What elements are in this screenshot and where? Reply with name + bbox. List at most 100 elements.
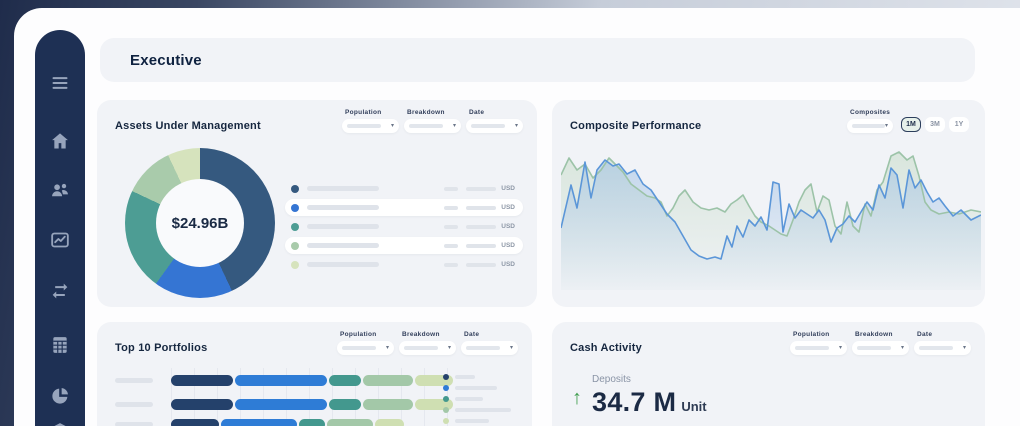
row-label-placeholder	[115, 422, 153, 426]
aum-donut-chart[interactable]: $24.96B	[125, 148, 275, 298]
portfolio-bar-row[interactable]	[115, 375, 455, 386]
bar-segment	[171, 399, 233, 410]
population-filter: Population▾	[790, 331, 847, 355]
bar-segment	[299, 419, 325, 426]
row-label-placeholder	[115, 402, 153, 407]
up-arrow-icon: ↑	[572, 388, 582, 408]
value-placeholder	[466, 225, 496, 229]
dropdown-placeholder	[852, 124, 885, 128]
sidebar-item-home[interactable]	[43, 126, 77, 156]
legend-dot	[291, 223, 299, 231]
composite-controls: Composites▾ 1M 3M 1Y	[847, 109, 969, 133]
portfolios-legend-item	[443, 393, 511, 404]
sidebar-item-clients[interactable]	[43, 175, 77, 205]
dropdown-placeholder	[409, 124, 443, 128]
sidebar-item-calculator[interactable]	[43, 330, 77, 360]
sidebar-item-performance[interactable]	[43, 225, 77, 255]
legend-text-placeholder	[307, 224, 379, 229]
aum-legend-row[interactable]: USD	[285, 180, 523, 197]
bar-segment	[235, 375, 327, 386]
aum-legend: USD USD USD USD USD	[285, 180, 523, 275]
deposits-value: 34.7 M	[592, 387, 676, 418]
portfolio-bar-row[interactable]	[115, 399, 455, 410]
currency-label: USD	[501, 185, 515, 192]
currency-label: USD	[501, 204, 515, 211]
value-placeholder	[466, 244, 496, 248]
page-header: Executive	[100, 38, 975, 82]
clients-icon	[50, 180, 70, 200]
legend-dot	[443, 396, 449, 402]
bar-segment	[221, 419, 297, 426]
range-button-3m[interactable]: 3M	[925, 117, 945, 132]
row-label-placeholder	[115, 378, 153, 383]
aum-legend-row[interactable]: USD	[285, 256, 523, 273]
aum-card: Assets Under Management Population▾Break…	[97, 100, 537, 307]
aum-card-title: Assets Under Management	[115, 120, 261, 132]
bar-segment	[329, 375, 361, 386]
chevron-down-icon: ▾	[885, 123, 888, 129]
range-button-1m[interactable]: 1M	[901, 117, 921, 132]
aum-legend-row[interactable]: USD	[285, 237, 523, 254]
population-dropdown[interactable]: ▾	[342, 119, 399, 133]
bar-segment	[363, 399, 413, 410]
date-dropdown[interactable]: ▾	[914, 341, 971, 355]
legend-dot	[443, 407, 449, 413]
holdings-icon	[50, 421, 70, 426]
filter-label: Breakdown	[855, 331, 909, 338]
donut-hole: $24.96B	[156, 179, 244, 267]
allocation-icon	[50, 386, 70, 406]
deposits-metric: ↑ Deposits 34.7 M Unit	[572, 374, 707, 418]
menu-icon	[50, 73, 70, 93]
donut-center-value: $24.96B	[172, 215, 229, 232]
range-button-bar: 1M 3M 1Y	[901, 117, 969, 132]
cash-card-title: Cash Activity	[570, 342, 642, 354]
dropdown-placeholder	[347, 124, 381, 128]
currency-label: USD	[501, 242, 515, 249]
range-button-1y[interactable]: 1Y	[949, 117, 969, 132]
sidebar-item-transactions[interactable]	[43, 276, 77, 306]
legend-text-placeholder	[307, 205, 379, 210]
portfolio-bar-row[interactable]	[115, 419, 406, 426]
sidebar-item-menu[interactable]	[43, 68, 77, 98]
legend-text-placeholder	[307, 262, 379, 267]
legend-text-placeholder	[307, 186, 379, 191]
bar-segment	[363, 375, 413, 386]
legend-text-placeholder	[307, 243, 379, 248]
legend-dot	[291, 204, 299, 212]
composites-dropdown[interactable]: ▾	[847, 119, 893, 133]
filter-label: Date	[469, 109, 523, 116]
chevron-down-icon: ▾	[515, 123, 518, 129]
aum-legend-row[interactable]: USD	[285, 199, 523, 216]
chevron-down-icon: ▾	[391, 123, 394, 129]
portfolios-legend-item	[443, 415, 511, 426]
cash-filters: Population▾Breakdown▾Date▾	[790, 331, 971, 355]
sidebar-item-allocation[interactable]	[43, 381, 77, 411]
value-placeholder	[444, 244, 458, 248]
legend-text-placeholder	[455, 419, 489, 423]
dropdown-placeholder	[471, 124, 505, 128]
currency-label: USD	[501, 223, 515, 230]
aum-filters: Population▾Breakdown▾Date▾	[342, 109, 523, 133]
aum-legend-row[interactable]: USD	[285, 218, 523, 235]
portfolios-legend-item	[443, 404, 511, 415]
breakdown-dropdown[interactable]: ▾	[852, 341, 909, 355]
composite-chart[interactable]	[561, 140, 981, 290]
filter-label: Population	[345, 109, 399, 116]
chevron-down-icon: ▾	[453, 123, 456, 129]
sidebar-item-holdings[interactable]	[43, 416, 77, 426]
deposits-unit: Unit	[681, 399, 706, 414]
currency-label: USD	[501, 261, 515, 268]
value-placeholder	[466, 263, 496, 267]
value-placeholder	[444, 263, 458, 267]
composites-filter: Composites▾	[847, 109, 893, 133]
population-dropdown[interactable]: ▾	[790, 341, 847, 355]
breakdown-dropdown[interactable]: ▾	[404, 119, 461, 133]
date-dropdown[interactable]: ▾	[466, 119, 523, 133]
bar-segment	[171, 375, 233, 386]
bar-segment	[235, 399, 327, 410]
date-filter: Date ▾	[466, 109, 523, 133]
sidebar	[35, 30, 85, 426]
legend-text-placeholder	[455, 408, 511, 412]
dropdown-placeholder	[795, 346, 829, 350]
value-placeholder	[444, 225, 458, 229]
